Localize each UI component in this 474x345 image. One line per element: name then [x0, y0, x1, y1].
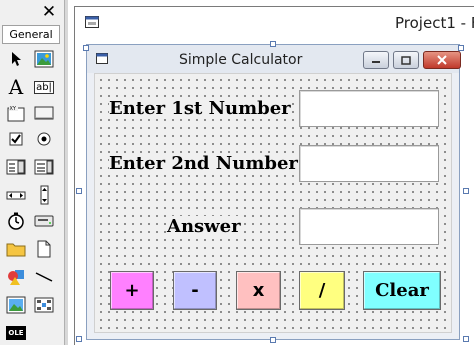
- toolbox-header: ✕: [0, 0, 64, 24]
- label-icon[interactable]: A: [4, 75, 28, 99]
- form-titlebar[interactable]: Simple Calculator: [87, 45, 461, 73]
- selection-handle[interactable]: [270, 337, 276, 343]
- toolbox-tab-general[interactable]: General: [2, 25, 60, 44]
- project-window-title: Project1 - Fo: [395, 14, 474, 32]
- timer-icon[interactable]: [4, 210, 28, 232]
- form-app-icon: [96, 53, 108, 64]
- drivelistbox-icon[interactable]: [32, 210, 56, 232]
- second-number-label: Enter 2nd Number: [109, 153, 298, 174]
- pointer-icon[interactable]: [4, 48, 28, 70]
- ole-icon-glyph: OLE: [6, 326, 26, 340]
- first-number-label: Enter 1st Number: [109, 98, 291, 119]
- multiply-button[interactable]: x: [236, 271, 281, 310]
- toolbox: ✕ General A ab| XY OLE: [0, 0, 64, 345]
- selection-handle[interactable]: [76, 188, 82, 194]
- vscrollbar-icon[interactable]: [32, 184, 56, 206]
- selection-handle[interactable]: [270, 41, 276, 47]
- selection-handle[interactable]: [463, 188, 469, 194]
- selection-handle[interactable]: [83, 45, 89, 51]
- subtract-button[interactable]: -: [173, 271, 217, 310]
- close-button[interactable]: [423, 51, 461, 69]
- combobox-icon[interactable]: [4, 156, 28, 178]
- checkbox-icon[interactable]: [4, 128, 28, 150]
- line-icon[interactable]: [32, 266, 56, 288]
- answer-field[interactable]: [299, 208, 439, 245]
- maximize-button[interactable]: [393, 51, 419, 69]
- picturebox-icon[interactable]: [32, 48, 56, 70]
- svg-text:XY: XY: [10, 106, 17, 112]
- selection-handle[interactable]: [463, 336, 469, 342]
- close-icon: [437, 55, 447, 65]
- second-number-field[interactable]: [299, 145, 439, 182]
- calculator-form[interactable]: Simple Calculator Enter 1st Number Enter…: [86, 44, 461, 340]
- optionbutton-icon[interactable]: [32, 128, 56, 150]
- ole-icon[interactable]: OLE: [4, 322, 28, 344]
- maximize-icon: [401, 55, 411, 65]
- divide-button[interactable]: /: [299, 271, 345, 310]
- answer-label: Answer: [167, 216, 241, 237]
- hscrollbar-icon[interactable]: [4, 184, 28, 206]
- first-number-field[interactable]: [299, 90, 439, 127]
- clear-button[interactable]: Clear: [363, 271, 441, 310]
- minimize-icon: [372, 61, 380, 63]
- add-button[interactable]: +: [110, 271, 154, 310]
- frame-icon[interactable]: XY: [4, 102, 28, 124]
- shape-icon[interactable]: [4, 266, 28, 288]
- textbox-icon-glyph: ab|: [34, 80, 54, 94]
- selection-handle[interactable]: [76, 336, 82, 342]
- textbox-icon[interactable]: ab|: [32, 76, 56, 98]
- project-window-titlebar[interactable]: Project1 - Fo: [75, 7, 474, 37]
- commandbutton-icon[interactable]: [32, 102, 56, 124]
- label-icon-glyph: A: [8, 75, 24, 99]
- form-window-icon: [85, 16, 99, 28]
- minimize-button[interactable]: [363, 51, 389, 69]
- dirlistbox-icon[interactable]: [4, 238, 28, 260]
- listbox-icon[interactable]: [32, 156, 56, 178]
- image-icon[interactable]: [4, 294, 28, 316]
- form-title: Simple Calculator: [179, 52, 303, 68]
- form-client-area: Enter 1st Number Enter 2nd Number Answer…: [94, 73, 452, 333]
- data-icon[interactable]: [32, 294, 56, 316]
- selection-handle[interactable]: [458, 45, 464, 51]
- filelistbox-icon[interactable]: [32, 238, 56, 260]
- toolbox-close-icon[interactable]: ✕: [38, 2, 60, 22]
